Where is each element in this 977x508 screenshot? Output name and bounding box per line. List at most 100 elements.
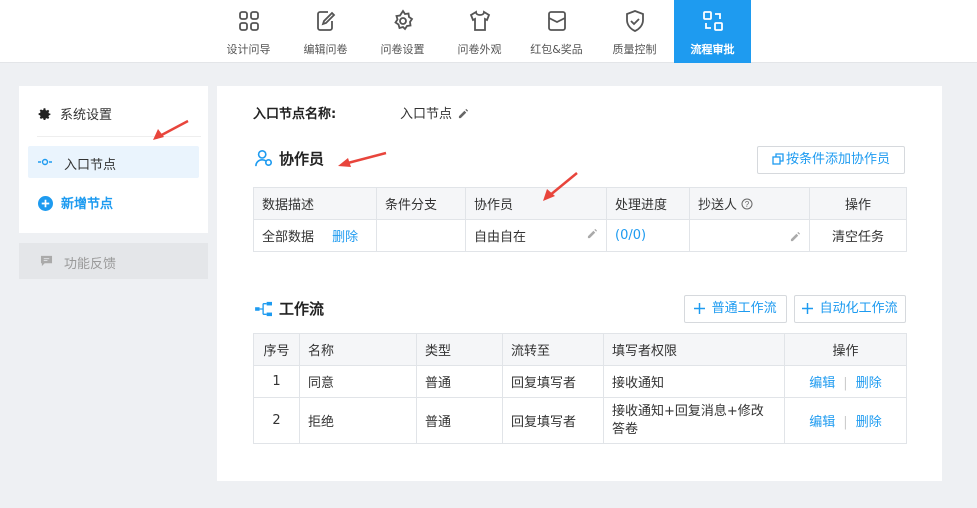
edit-link[interactable]: 编辑 [809, 415, 835, 430]
column-header: 名称 [299, 333, 417, 366]
column-header: 数据描述 [253, 187, 377, 220]
data-desc: 全部数据 [262, 230, 315, 245]
delete-link[interactable]: 删除 [856, 376, 882, 391]
main-panel: 入口节点名称: 入口节点 协作员 按条件添加协作员 数据描述 条件分支 协作员 … [217, 86, 942, 481]
tab-label: 红包&奖品 [530, 43, 583, 56]
column-header: 处理进度 [606, 187, 690, 220]
node-icon [38, 158, 52, 166]
column-header: 类型 [416, 333, 503, 366]
column-header: 流转至 [502, 333, 604, 366]
tab-workflow-approval[interactable]: 流程审批 [674, 0, 751, 63]
filler-permission: 接收通知+回复消息+修改答卷 [603, 397, 785, 444]
workflow-target: 回复填写者 [502, 365, 604, 398]
system-settings[interactable]: 系统设置 [37, 104, 112, 123]
row-number: 1 [253, 365, 300, 398]
table-row: 2 拒绝 普通 回复填写者 接收通知+回复消息+修改答卷 编辑 | 删除 [253, 397, 907, 444]
column-header: 操作 [809, 187, 907, 220]
tab-label: 编辑问卷 [303, 43, 348, 56]
edit-link[interactable]: 编辑 [809, 376, 835, 391]
cc-cell[interactable] [689, 219, 810, 252]
tab-label: 质量控制 [612, 43, 657, 56]
collaborator-name: 自由自在 [474, 230, 527, 245]
data-desc-cell: 全部数据 删除 [253, 219, 377, 252]
tab-label: 问卷外观 [457, 43, 502, 56]
shield-icon [626, 10, 644, 32]
entry-node-name-label: 入口节点名称: [253, 107, 337, 122]
normal-workflow-label: 普通工作流 [711, 301, 777, 316]
pencil-icon[interactable] [790, 231, 801, 242]
workflow-title-text: 工作流 [279, 300, 325, 318]
tab-label: 设计问导 [226, 43, 271, 56]
progress-link[interactable]: (0/0) [606, 219, 690, 252]
sidebar-item-entry-node[interactable]: 入口节点 [28, 146, 199, 178]
add-collaborator-label: 按条件添加协作员 [785, 152, 890, 167]
separator: | [843, 376, 848, 391]
tab-quality-control[interactable]: 质量控制 [596, 0, 673, 63]
tab-survey-settings[interactable]: 问卷设置 [364, 0, 441, 63]
pencil-icon[interactable] [587, 228, 598, 239]
workflow-type: 普通 [416, 397, 503, 444]
tab-label: 流程审批 [690, 43, 735, 56]
feedback-button[interactable]: 功能反馈 [19, 243, 208, 279]
actions-cell: 编辑 | 删除 [784, 365, 907, 398]
collaborator-cell[interactable]: 自由自在 [465, 219, 607, 252]
pencil-icon[interactable] [458, 108, 469, 119]
delete-link[interactable]: 删除 [332, 230, 358, 245]
clear-tasks-button[interactable]: 清空任务 [809, 219, 907, 252]
add-node-label: 新增节点 [61, 197, 114, 212]
add-auto-workflow-button[interactable]: 自动化工作流 [794, 295, 906, 323]
entry-node-name[interactable]: 入口节点 [400, 103, 469, 122]
workflow-name: 同意 [299, 365, 417, 398]
plus-icon [802, 303, 814, 314]
top-toolbar: 设计问导 编辑问卷 问卷设置 问卷外观 红包&奖品 质量控制 流程审批 [0, 0, 977, 63]
collaborators-table: 数据描述 条件分支 协作员 处理进度 抄送人 ? 操作 全部数据 删除 自由自在… [253, 187, 907, 252]
tab-prizes[interactable]: 红包&奖品 [518, 0, 595, 63]
delete-link[interactable]: 删除 [856, 415, 882, 430]
feedback-label: 功能反馈 [64, 257, 117, 272]
workflow-table: 序号 名称 类型 流转至 填写者权限 操作 1 同意 普通 回复填写者 接收通知… [253, 333, 907, 444]
branch-cell [376, 219, 466, 252]
separator: | [843, 415, 848, 430]
svg-text:?: ? [745, 200, 750, 209]
entry-node-value: 入口节点 [400, 107, 453, 122]
plus-icon [694, 303, 706, 314]
add-node-button[interactable]: 新增节点 [38, 193, 113, 212]
grid-icon [239, 11, 259, 31]
collaborators-title: 协作员 [255, 148, 324, 169]
column-header: 操作 [784, 333, 907, 366]
cc-header-label: 抄送人 [698, 198, 738, 213]
add-normal-workflow-button[interactable]: 普通工作流 [684, 295, 787, 323]
gear-icon [38, 108, 51, 120]
table-row: 全部数据 删除 自由自在 (0/0) 清空任务 [253, 219, 907, 252]
workflow-target: 回复填写者 [502, 397, 604, 444]
column-header-cc: 抄送人 ? [689, 187, 810, 220]
copy-icon [772, 153, 784, 165]
tab-appearance[interactable]: 问卷外观 [441, 0, 518, 63]
workflow-name: 拒绝 [299, 397, 417, 444]
system-settings-label: 系统设置 [60, 108, 113, 123]
annotation-arrow [543, 172, 578, 201]
column-header: 协作员 [465, 187, 607, 220]
filler-permission: 接收通知 [603, 365, 785, 398]
tab-design-guide[interactable]: 设计问导 [210, 0, 287, 63]
shirt-icon [469, 10, 491, 31]
tab-label: 问卷设置 [380, 43, 425, 56]
sidebar-card: 系统设置 入口节点 新增节点 [19, 86, 208, 233]
actions-cell: 编辑 | 删除 [784, 397, 907, 444]
workflow-icon [255, 301, 272, 317]
gear-icon [394, 9, 414, 31]
plus-circle-icon [38, 196, 53, 211]
add-collaborator-by-condition-button[interactable]: 按条件添加协作员 [757, 146, 905, 174]
sidebar-item-label: 入口节点 [64, 158, 117, 173]
flow-icon [703, 11, 723, 31]
column-header: 条件分支 [376, 187, 466, 220]
message-icon [40, 255, 53, 267]
help-circle-icon[interactable]: ? [741, 198, 753, 210]
table-row: 1 同意 普通 回复填写者 接收通知 编辑 | 删除 [253, 365, 907, 398]
gift-icon [548, 11, 566, 31]
row-number: 2 [253, 397, 300, 444]
workflow-title: 工作流 [255, 298, 324, 319]
annotation-arrow [338, 151, 387, 167]
user-icon [255, 149, 273, 167]
tab-edit-form[interactable]: 编辑问卷 [287, 0, 364, 63]
